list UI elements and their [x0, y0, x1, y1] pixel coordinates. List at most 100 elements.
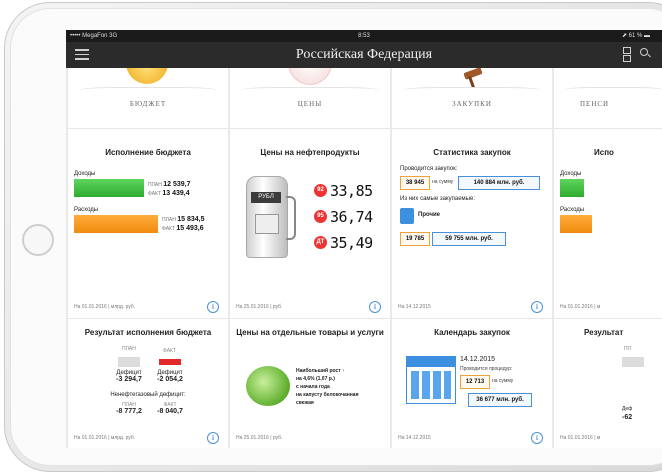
column-budget[interactable]: БЮДЖЕТ Исполнение бюджета Доходы ПЛАН 12…: [68, 68, 228, 448]
procedures-count: 12 713: [460, 375, 490, 389]
panel-title: Цены на отдельные товары и услуги: [236, 328, 384, 337]
status-bar: ••••• MegaFon 3G 8:53 ⬈ 61 % ▬: [66, 30, 662, 42]
fact-deficit-bar: [159, 359, 181, 365]
category-label: ЦЕНЫ: [297, 100, 323, 108]
panel-footer: На 14.12.2015: [398, 435, 431, 441]
growth-line-5: свежая: [296, 400, 314, 406]
procurement-count: 38 945: [400, 176, 430, 190]
category-name: Прочие: [418, 212, 441, 218]
income-label: Доходы: [560, 171, 582, 177]
gavel-emblem-icon: [454, 68, 490, 89]
document-icon: [400, 208, 414, 224]
expense-fact: ФАКТ 15 493,6: [162, 225, 204, 232]
battery-indicator: ⬈ 61 % ▬: [621, 33, 650, 39]
nonoil-fact: ФАКТ -8 040,7: [157, 402, 183, 415]
sum-label: на сумму: [492, 378, 514, 384]
expense-bar: [560, 215, 592, 233]
plan-label: ПЛ: [624, 346, 631, 352]
fact-deficit: Дефицит -2 054,2: [157, 370, 183, 383]
budget-execution-panel[interactable]: Исполнение бюджета Доходы ПЛАН 12 539,7 …: [68, 128, 228, 318]
column-prices[interactable]: ЦЕНЫ Цены на нефтепродукты РУБЛ 92 33,85…: [230, 68, 390, 448]
panel-title: Результат исполнения бюджета: [84, 328, 212, 337]
category-label: ЗАКУПКИ: [452, 100, 492, 108]
nav-bar: Российская Федерация: [66, 42, 662, 68]
column-header: ЗАКУПКИ: [392, 68, 552, 118]
plan-deficit: Дефицит -3 294,7: [116, 370, 142, 383]
category-label: ПЕНСИ: [580, 100, 610, 108]
fuel-grade-badge: ДТ: [314, 236, 327, 249]
search-icon[interactable]: [640, 48, 651, 58]
panel-footer: На 01.01.2016 | м: [560, 435, 601, 441]
plan-label: ПЛАН: [122, 346, 136, 352]
growth-line-1: Наибольший рост ↑: [296, 368, 345, 374]
column-header: БЮДЖЕТ: [68, 68, 228, 118]
goods-prices-panel[interactable]: Цены на отдельные товары и услуги Наибол…: [230, 318, 390, 448]
panel-title: Испо: [594, 148, 614, 157]
procurement-stats-panel[interactable]: Статистика закупок Проводится закупок: 3…: [392, 128, 552, 318]
income-bar: [560, 179, 584, 197]
income-fact: ФАКТ 13 439,4: [148, 190, 190, 197]
growth-line-4: на капусту белокочанная: [296, 392, 359, 398]
fuel-prices-panel[interactable]: Цены на нефтепродукты РУБЛ 92 33,85 95 3…: [230, 128, 390, 318]
panel-footer: На 14.12.2015: [398, 304, 431, 310]
income-label: Доходы: [74, 171, 96, 177]
fuel-price: 33,85: [330, 182, 373, 200]
fuel-price: 36,74: [330, 208, 373, 226]
info-icon[interactable]: i: [207, 432, 219, 444]
top-categories-label: Из них самые закупаемые:: [400, 196, 475, 202]
page-title: Российская Федерация: [295, 47, 433, 62]
deficit-value: -62: [622, 414, 633, 421]
column-procurement[interactable]: ЗАКУПКИ Статистика закупок Проводится за…: [392, 68, 552, 448]
grid-view-icon[interactable]: [623, 47, 631, 62]
calendar-date: 14.12.2015: [460, 356, 496, 363]
coin-emblem-icon: [126, 68, 168, 84]
panel-footer: На 01.01.2016 | м: [560, 304, 601, 310]
panel-title: Цены на нефтепродукты: [260, 148, 360, 157]
panel-title: Статистика закупок: [433, 148, 511, 157]
pension-execution-panel[interactable]: Испо Доходы Расходы На 01.01.2016 | м: [554, 128, 662, 318]
conducted-label: Проводится закупок:: [400, 166, 458, 172]
procedures-sum: 36 677 млн. руб.: [468, 393, 532, 407]
expense-label: Расходы: [560, 207, 585, 213]
price-tag-emblem-icon: [288, 68, 332, 85]
panel-footer: На 01.01.2016 | млрд. руб.: [74, 304, 136, 310]
fuel-grade-badge: 92: [314, 184, 327, 197]
category-label: БЮДЖЕТ: [129, 100, 167, 108]
growth-line-2: на 4,6% (1,07 р.): [296, 376, 335, 382]
panel-footer: На 25.01.2016 | руб.: [236, 435, 283, 441]
category-sum: 59 755 млн. руб.: [432, 232, 506, 246]
panel-title: Исполнение бюджета: [105, 148, 191, 157]
budget-result-panel[interactable]: Результат исполнения бюджета ПЛАН ФАКТ Д…: [68, 318, 228, 448]
expense-label: Расходы: [74, 207, 99, 213]
deficit-label: Деф: [622, 406, 633, 412]
category-count: 19 785: [400, 232, 430, 246]
column-header: ПЕНСИ: [554, 68, 662, 118]
procurement-calendar-panel[interactable]: Календарь закупок 14.12.2015 Проводится …: [392, 318, 552, 448]
home-button[interactable]: [22, 224, 54, 256]
growth-line-3: с начала года: [296, 384, 330, 390]
column-pensions[interactable]: ПЕНСИ Испо Доходы Расходы На 01.01.2016 …: [554, 68, 662, 448]
nonoil-deficit-label: Ненефтегазовый дефицит:: [110, 392, 186, 398]
info-icon[interactable]: i: [369, 301, 381, 313]
calendar-icon: [406, 356, 456, 404]
clock: 8:53: [358, 33, 370, 39]
sum-label: на сумму: [432, 179, 454, 185]
income-bar: [74, 179, 144, 197]
info-icon[interactable]: i: [531, 301, 543, 313]
cabbage-icon: [246, 366, 290, 406]
column-header: ЦЕНЫ: [230, 68, 390, 118]
app-screen: ••••• MegaFon 3G 8:53 ⬈ 61 % ▬ Российска…: [66, 30, 662, 448]
plan-deficit-bar: [118, 357, 140, 367]
nonoil-plan: ПЛАН -8 777,2: [116, 402, 142, 415]
procedures-label: Проводится процедур:: [460, 366, 513, 372]
panel-footer: На 01.01.2016 | млрд. руб.: [74, 435, 136, 441]
income-plan: ПЛАН 12 539,7: [148, 181, 191, 188]
fuel-pump-icon: РУБЛ: [246, 176, 296, 258]
info-icon[interactable]: i: [207, 301, 219, 313]
info-icon[interactable]: i: [531, 432, 543, 444]
panel-title: Результат: [584, 328, 624, 337]
pension-result-panel[interactable]: Результат ПЛ Деф -62 На 01.01.2016 | м: [554, 318, 662, 448]
panel-footer: На 25.01.2016 | руб.: [236, 304, 283, 310]
panel-title: Календарь закупок: [434, 328, 510, 337]
expense-bar: [74, 215, 158, 233]
